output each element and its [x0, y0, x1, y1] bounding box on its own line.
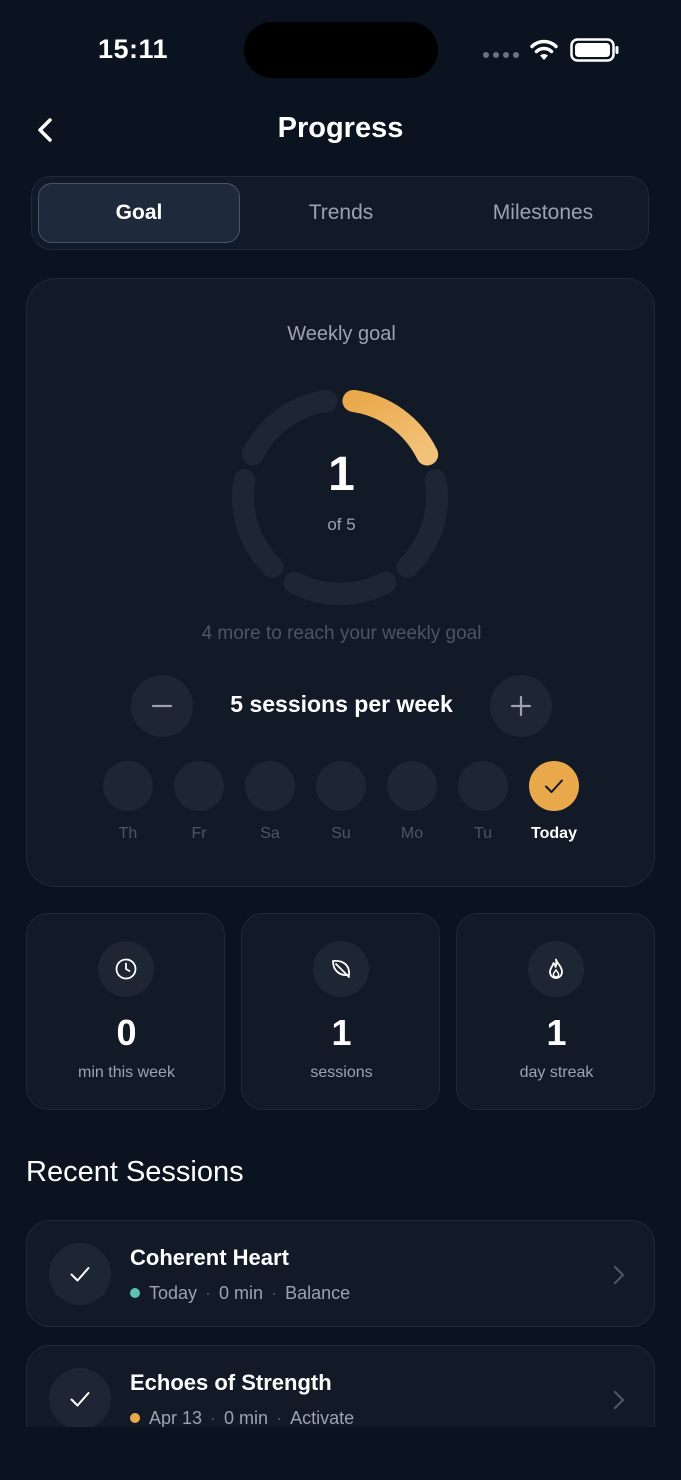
- day-friday: Fr: [174, 761, 224, 843]
- day-saturday: Sa: [245, 761, 295, 843]
- wifi-icon: [530, 39, 558, 60]
- leaf-icon: [332, 960, 350, 978]
- stat-sessions-card: 1 sessions: [241, 913, 440, 1110]
- day-indicator-done: [529, 761, 579, 811]
- session-row[interactable]: Coherent Heart Today · 0 min · Balance: [26, 1220, 655, 1327]
- day-monday: Mo: [387, 761, 437, 843]
- stat-value: 0: [116, 1012, 137, 1053]
- stat-icon-container: [313, 941, 369, 997]
- day-tuesday: Tu: [458, 761, 508, 843]
- stat-icon-container: [98, 941, 154, 997]
- stat-label: day streak: [519, 1064, 594, 1081]
- plus-icon: [510, 695, 532, 717]
- session-duration: 0 min: [224, 1408, 269, 1428]
- status-bar: 15:11: [0, 0, 681, 100]
- stat-streak-card: 1 day streak: [456, 913, 655, 1110]
- day-indicator: [174, 761, 224, 811]
- day-sunday: Su: [316, 761, 366, 843]
- chevron-right-icon: [613, 1265, 625, 1285]
- stat-label: min this week: [78, 1064, 175, 1081]
- day-indicator: [103, 761, 153, 811]
- progress-tabs: Goal Trends Milestones: [31, 176, 649, 250]
- cellular-signal-icon: [483, 52, 519, 60]
- session-category: Activate: [290, 1408, 355, 1428]
- day-label-today: Today: [531, 825, 577, 842]
- flame-icon: [549, 958, 563, 979]
- day-indicator: [245, 761, 295, 811]
- stat-minutes-card: 0 min this week: [26, 913, 225, 1110]
- stat-label: sessions: [310, 1064, 373, 1081]
- increase-goal-button[interactable]: [490, 675, 552, 737]
- page-title: Progress: [277, 112, 404, 144]
- dynamic-island: [244, 22, 438, 78]
- day-indicator: [387, 761, 437, 811]
- session-status: [49, 1243, 111, 1305]
- stat-icon-container: [528, 941, 584, 997]
- checkmark-icon: [70, 1267, 90, 1282]
- battery-icon: [570, 38, 619, 62]
- tab-goal[interactable]: Goal: [38, 183, 240, 243]
- stat-value: 1: [331, 1012, 352, 1053]
- bottom-fade: [0, 1427, 681, 1480]
- category-dot: [130, 1413, 140, 1423]
- day-indicator: [458, 761, 508, 811]
- session-meta: Today · 0 min · Balance: [130, 1283, 350, 1304]
- tab-trends[interactable]: Trends: [240, 183, 442, 243]
- tab-milestones[interactable]: Milestones: [442, 183, 644, 243]
- status-time: 15:11: [98, 34, 169, 64]
- goal-value: 5 sessions per week: [230, 691, 453, 717]
- clock-icon: [115, 958, 137, 980]
- stat-value: 1: [546, 1012, 567, 1053]
- session-duration: 0 min: [219, 1283, 264, 1303]
- ring-segment-remaining: [283, 571, 397, 605]
- navigation-bar: Progress: [0, 100, 681, 160]
- goal-count: 1: [328, 448, 355, 501]
- day-indicator: [316, 761, 366, 811]
- day-today: Today: [529, 761, 579, 843]
- checkmark-icon: [545, 779, 563, 793]
- session-date: Apr 13: [149, 1408, 203, 1428]
- goal-hint: 4 more to reach your weekly goal: [201, 623, 482, 644]
- session-meta: Apr 13 · 0 min · Activate: [130, 1408, 354, 1429]
- chevron-right-icon: [613, 1390, 625, 1410]
- weekly-goal-label: Weekly goal: [287, 323, 396, 345]
- category-dot: [130, 1288, 140, 1298]
- day-thursday: Th: [103, 761, 153, 843]
- goal-of-text: of 5: [327, 515, 356, 534]
- session-title: Echoes of Strength: [130, 1370, 332, 1395]
- session-date: Today: [149, 1283, 198, 1303]
- weekly-goal-card: Weekly goal 1 of 5 4 more to reach your …: [26, 278, 655, 887]
- session-status: [49, 1368, 111, 1430]
- checkmark-icon: [70, 1392, 90, 1407]
- session-category: Balance: [285, 1283, 351, 1303]
- session-title: Coherent Heart: [130, 1245, 289, 1270]
- recent-sessions-title: Recent Sessions: [26, 1156, 244, 1188]
